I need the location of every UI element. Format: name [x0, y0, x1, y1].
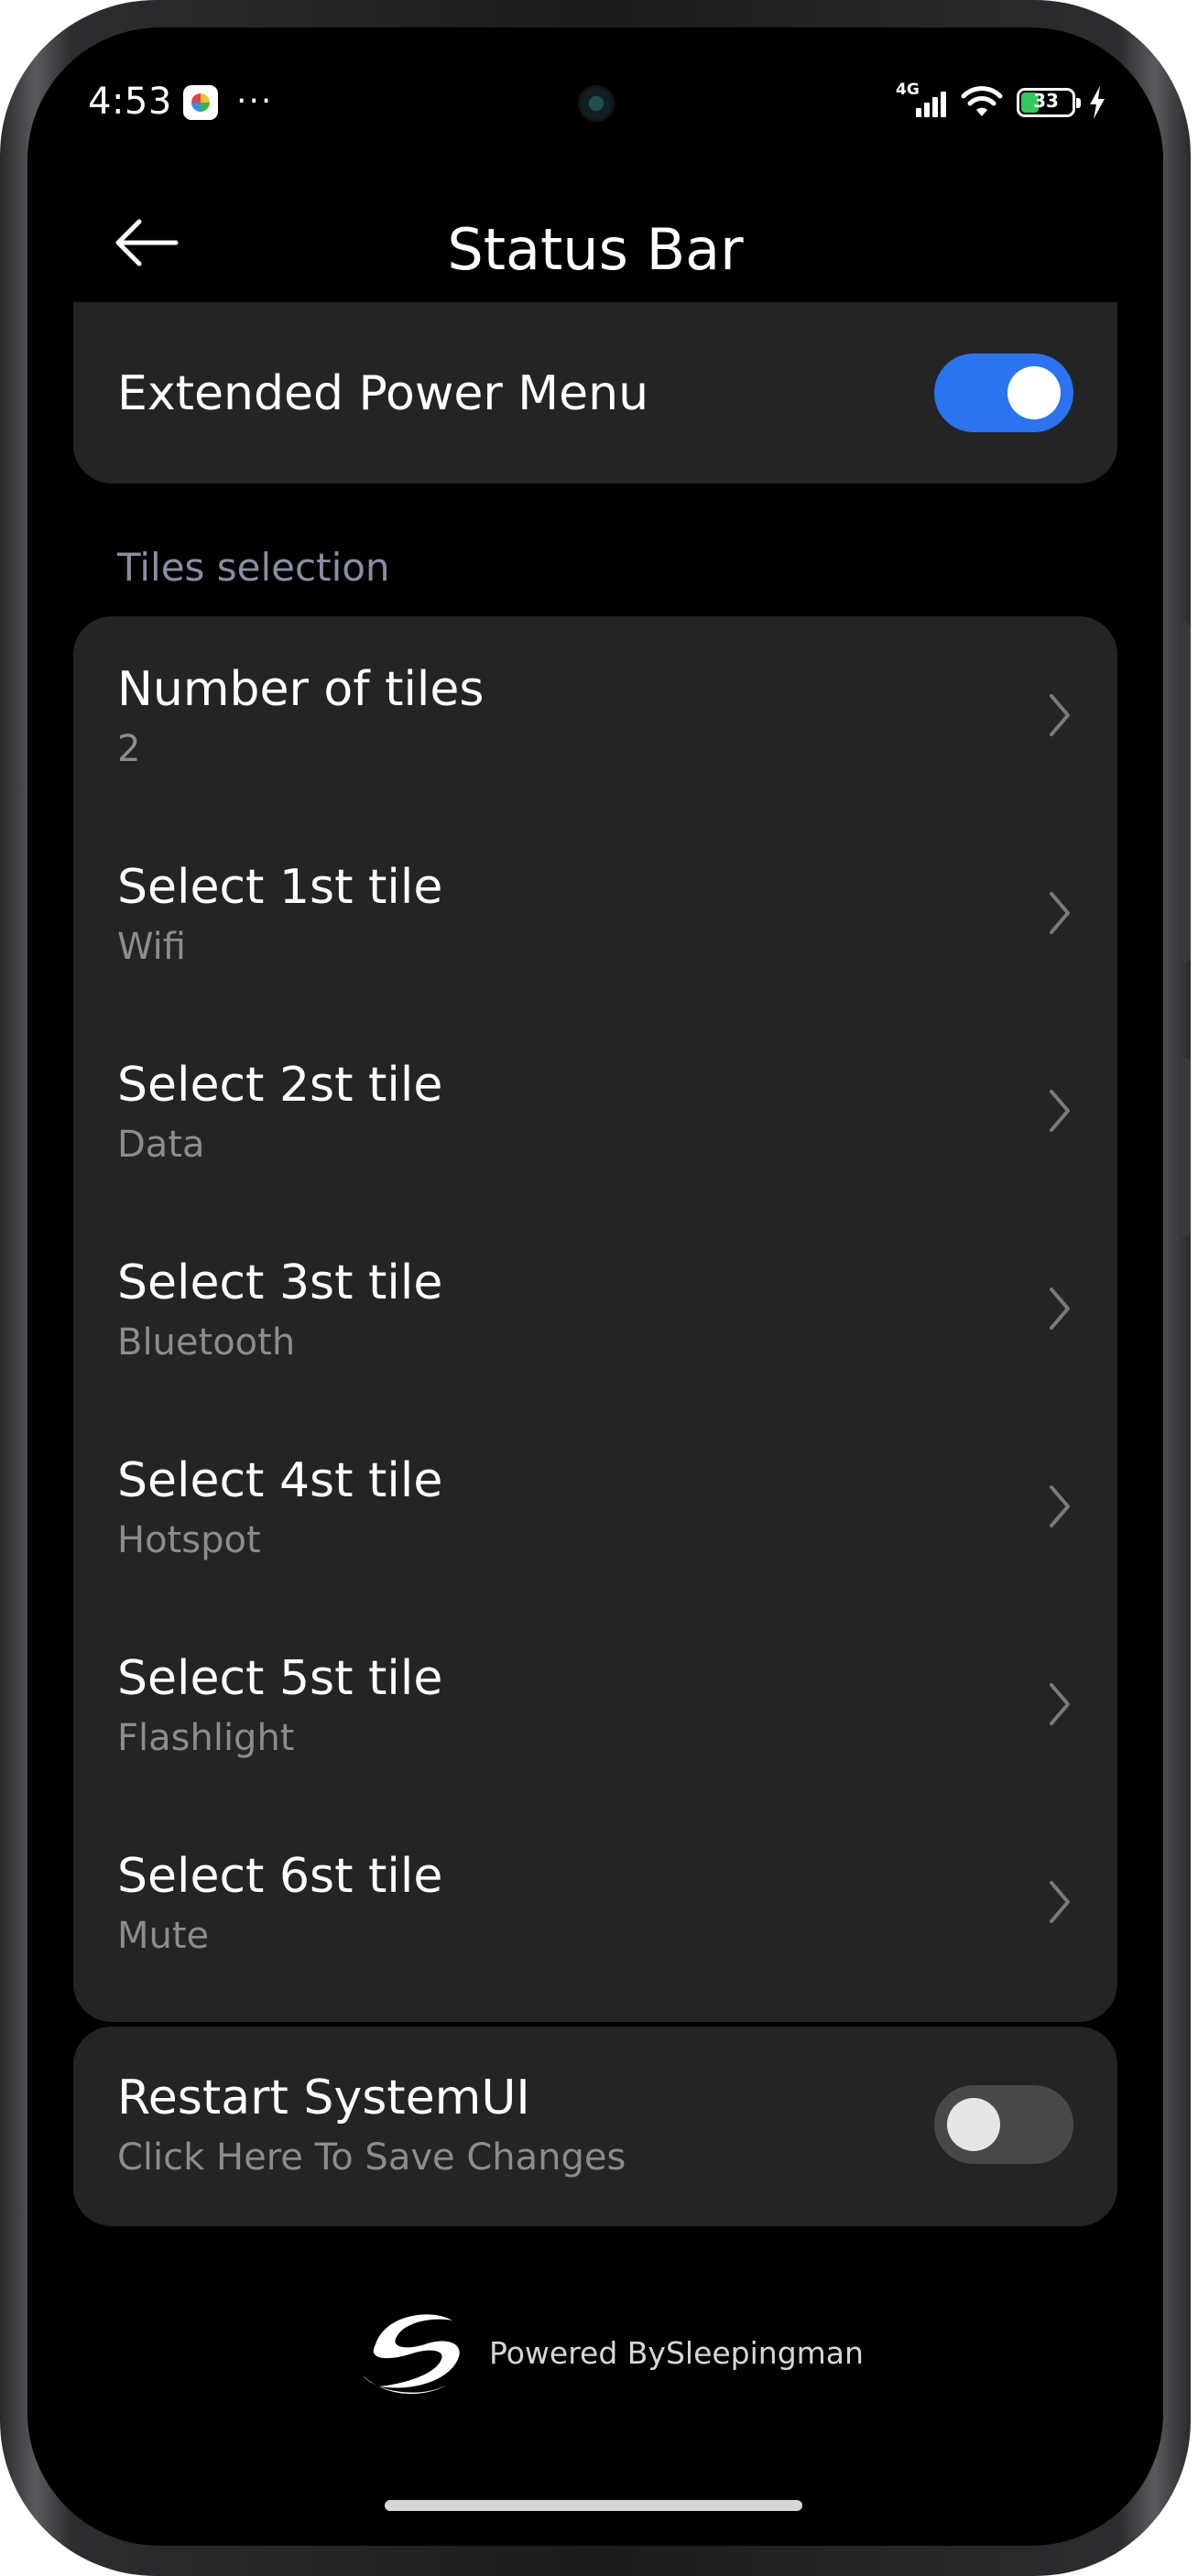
power-menu-row[interactable]: Extended Power Menu [73, 302, 1117, 484]
battery-icon: 33 [1017, 88, 1081, 117]
tile-row-value: Flashlight [117, 1717, 295, 1759]
tile-row-5[interactable]: Select 5st tile Flashlight [73, 1605, 1117, 1803]
tile-row-value: Bluetooth [117, 1321, 296, 1364]
tile-row-6[interactable]: Select 6st tile Mute [73, 1803, 1117, 2001]
home-indicator[interactable] [385, 2500, 802, 2511]
footer: Powered BySleepingman [27, 2308, 1163, 2408]
app-header: Status Bar [27, 183, 1163, 302]
volume-button [1182, 623, 1191, 962]
tiles-section-label: Tiles selection [117, 545, 390, 590]
tile-row-1[interactable]: Select 1st tile Wifi [73, 814, 1117, 1012]
status-icons: 4G 33 [896, 81, 1106, 123]
charging-bolt-icon [1090, 86, 1105, 119]
status-bar: 4:53 ··· 4G 33 [27, 27, 1163, 156]
powered-by-text: Powered BySleepingman [489, 2335, 864, 2371]
tile-row-title: Select 6st tile [117, 1849, 443, 1904]
phone-frame: 4:53 ··· 4G 33 Status Bar Extended Power… [0, 0, 1191, 2576]
restart-card: Restart SystemUI Click Here To Save Chan… [73, 2027, 1117, 2226]
tile-row-value: Mute [117, 1915, 210, 1957]
toggle-knob [947, 2098, 1000, 2151]
chevron-right-icon [1050, 694, 1070, 736]
chevron-right-icon [1050, 1683, 1070, 1725]
battery-percent: 33 [1033, 90, 1059, 112]
power-menu-label: Extended Power Menu [117, 366, 649, 421]
tile-row-value: Data [117, 1124, 205, 1166]
power-menu-toggle[interactable] [934, 353, 1073, 432]
tile-row-title: Select 1st tile [117, 860, 443, 915]
cellular-signal-icon: 4G [896, 81, 947, 121]
tile-row-value: Wifi [117, 926, 186, 968]
chevron-right-icon [1050, 892, 1070, 934]
tile-row-3[interactable]: Select 3st tile Bluetooth [73, 1210, 1117, 1408]
toggle-knob [1007, 366, 1061, 419]
tile-row-4[interactable]: Select 4st tile Hotspot [73, 1408, 1117, 1605]
restart-title: Restart SystemUI [117, 2071, 530, 2125]
chevron-right-icon [1050, 1090, 1070, 1132]
more-notifications-icon: ··· [236, 82, 274, 120]
wifi-icon [961, 86, 1003, 116]
power-button [1182, 1058, 1191, 1236]
tile-row-number-of-tiles[interactable]: Number of tiles 2 [73, 616, 1117, 814]
tile-row-title: Select 3st tile [117, 1255, 443, 1310]
screen: 4:53 ··· 4G 33 Status Bar Extended Power… [27, 27, 1163, 2546]
tile-row-title: Select 5st tile [117, 1651, 443, 1706]
tile-row-title: Number of tiles [117, 662, 485, 717]
status-time: 4:53 [88, 81, 172, 123]
tile-row-title: Select 2st tile [117, 1058, 443, 1113]
restart-subtitle: Click Here To Save Changes [117, 2136, 626, 2179]
tiles-card: Number of tiles 2 Select 1st tile Wifi S… [73, 616, 1117, 2022]
tile-row-value: 2 [117, 728, 141, 770]
page-title: Status Bar [447, 216, 744, 283]
network-type-label: 4G [896, 81, 920, 99]
restart-toggle[interactable] [934, 2085, 1073, 2164]
chevron-right-icon [1050, 1485, 1070, 1527]
power-menu-card: Extended Power Menu [73, 302, 1117, 484]
sleepingman-logo-icon [363, 2314, 460, 2395]
tile-row-2[interactable]: Select 2st tile Data [73, 1012, 1117, 1210]
front-camera [578, 85, 615, 122]
chevron-right-icon [1050, 1288, 1070, 1330]
chevron-right-icon [1050, 1881, 1070, 1923]
tile-row-title: Select 4st tile [117, 1453, 443, 1508]
notification-app-icon [183, 85, 218, 120]
tile-row-value: Hotspot [117, 1519, 261, 1561]
restart-systemui-row[interactable]: Restart SystemUI Click Here To Save Chan… [73, 2027, 1117, 2226]
